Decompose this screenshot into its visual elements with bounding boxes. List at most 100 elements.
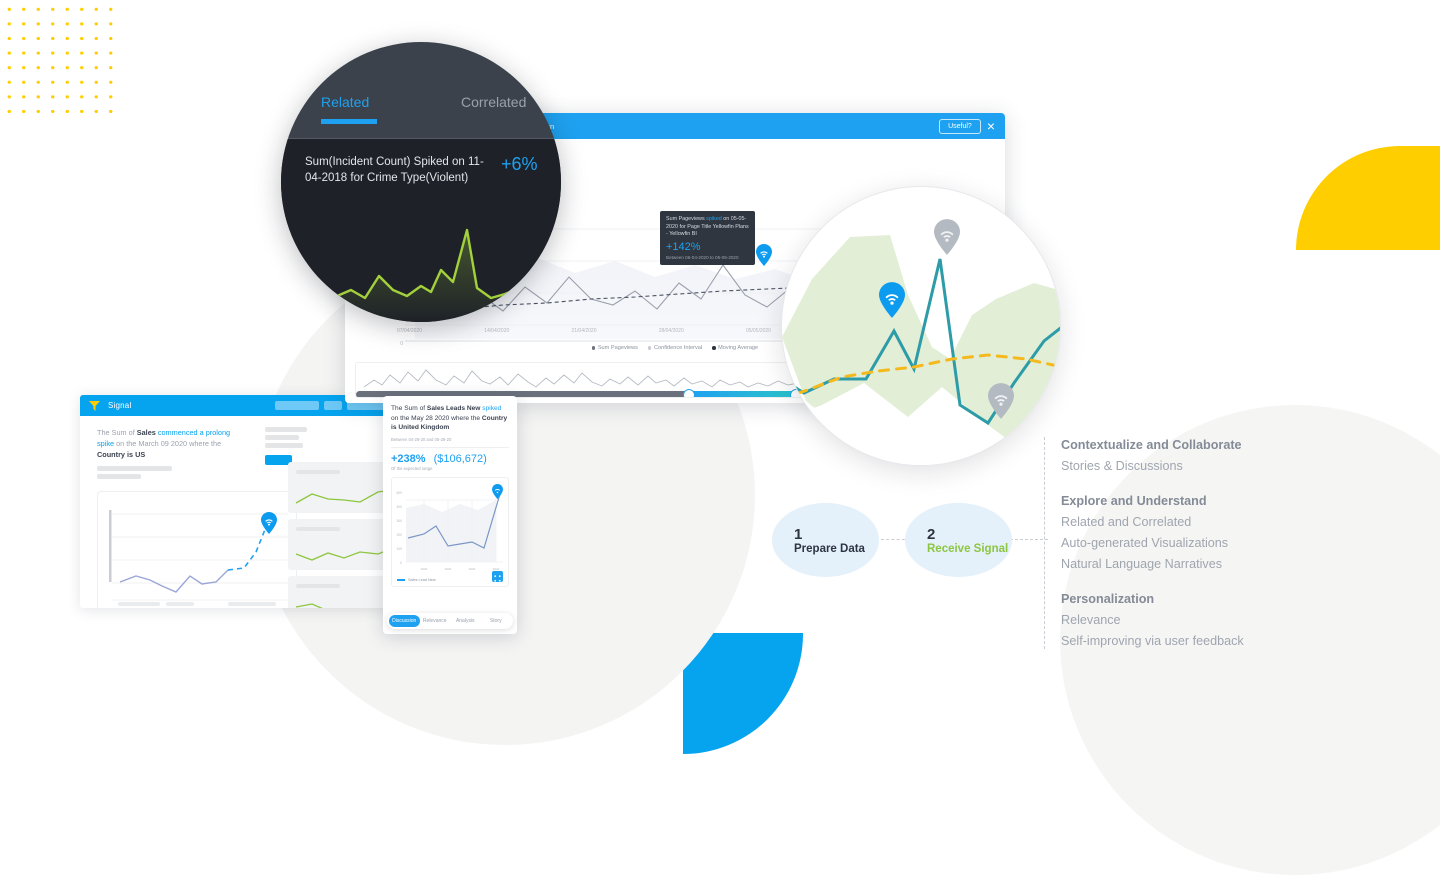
magnifier-related-panel: Related Correlated Sum(Incident Count) S… [281,42,561,322]
signal-skeleton-line-2 [97,474,141,479]
mobile-card-subtext: Of the expected range [391,465,433,471]
x-tick: 28/04/2020 [658,328,684,334]
copy-heading: Explore and Understand [1061,494,1207,508]
copy-line: Relevance [1061,613,1121,627]
x-tick: 05/05/2020 [745,328,771,334]
mobile-card-metrics: +238% ($106,672) [391,453,509,465]
copy-line: Self-improving via user feedback [1061,634,1244,648]
svg-text:300: 300 [396,519,402,523]
range-handle-left[interactable] [683,388,695,397]
dot-grid-decoration [0,0,122,120]
x-tick: 14/04/2020 [484,328,510,334]
map-pin-icon-inactive-1[interactable] [934,219,960,255]
magnified-sparkline [281,228,561,322]
legend-label: Sales Lead New [408,577,436,582]
mobile-card-percent: +238% [391,452,426,465]
signal-chart-footer-skeleton [118,602,276,606]
tooltip-percent: +142% [666,240,701,253]
magnified-tab-indicator [321,119,377,124]
step-prepare-data[interactable]: 1 Prepare Data [772,503,879,577]
signal-skeleton-line-1 [97,466,172,471]
map-pin-icon-inactive-2[interactable] [988,383,1014,419]
svg-text:500: 500 [396,491,402,495]
magnified-tabs[interactable]: Related Correlated [281,94,561,138]
signal-side-skeleton [265,427,307,448]
signal-related-card-list [288,462,393,608]
step-receive-signal[interactable]: 2 Receive Signal [905,503,1012,577]
main-chart-x-axis: 07/04/2020 14/04/2020 21/04/2020 28/04/2… [345,328,805,338]
svg-text:2020: 2020 [445,567,452,571]
magnified-tab-related[interactable]: Related [321,94,369,110]
map-pin-icon-signal[interactable] [261,512,277,534]
copy-gap [1061,477,1374,490]
mobile-card-tabs[interactable]: Discussion Relevance Analysis Story [387,613,513,629]
mobile-card-between: Between 04-28-20 and 05-28-20 [391,436,452,442]
x-tick: 21/04/2020 [571,328,597,334]
signal-chart-card [97,491,297,608]
legend-item-moving-average: Moving Average [712,345,758,351]
svg-text:400: 400 [396,505,402,509]
copy-line: Related and Correlated [1061,515,1192,529]
expand-icon[interactable] [492,570,503,582]
signal-placeholder-button-1[interactable] [275,401,319,410]
feature-copy-list: Contextualize and Collaborate Stories & … [1044,434,1374,652]
close-icon[interactable]: × [987,119,995,133]
step-label: Receive Signal [927,542,1009,555]
magnified-tab-correlated[interactable]: Correlated [461,94,526,110]
step-number: 2 [927,525,936,543]
magnified-signal-message: Sum(Incident Count) Spiked on 11-04-2018… [305,156,484,184]
map-pin-icon-main[interactable] [756,244,772,266]
blue-quarter-circle-decoration [683,633,803,754]
signal-related-card[interactable] [288,576,393,608]
yellow-quarter-circle-decoration [1296,146,1440,250]
page-root: Signal The Sum of Sales commenced a prol… [0,0,1440,875]
signal-chart [109,510,288,606]
yellowfin-logo-icon [88,399,101,412]
copy-gap [1061,575,1374,588]
mobile-signal-card: The Sum of Sales Leads New spiked on the… [383,396,517,634]
legend-swatch [397,578,405,581]
tab-relevance[interactable]: Relevance [420,618,451,624]
dashed-divider [1044,437,1045,649]
copy-line: Stories & Discussions [1061,459,1183,473]
step-number: 1 [794,525,803,543]
signal-related-card[interactable] [288,462,393,513]
svg-text:200: 200 [396,533,402,537]
range-selection[interactable] [689,391,796,397]
chart-tooltip: Sum Pageviews spiked on 05-05-2020 for P… [660,211,755,265]
magnified-signal-panel: Sum(Incident Count) Spiked on 11-04-2018… [281,139,561,322]
feature-copy-panel: Contextualize and Collaborate Stories & … [1044,434,1374,652]
tooltip-text: Sum Pageviews spiked on 05-05-2020 for P… [666,216,749,238]
mobile-card-amount: ($106,672) [433,452,487,465]
svg-text:2020: 2020 [469,567,476,571]
copy-heading: Contextualize and Collaborate [1061,438,1242,452]
svg-text:100: 100 [396,547,402,551]
signal-app-title: Signal [108,401,132,410]
x-tick: 07/04/2020 [397,328,423,334]
magnified-signal-svg [782,235,1060,465]
map-pin-icon-mobile[interactable] [492,483,503,499]
copy-line: Natural Language Narratives [1061,557,1223,571]
mobile-chart-legend: Sales Lead New [397,578,436,582]
copy-line: Auto-generated Visualizations [1061,536,1229,550]
tooltip-between: Between 06-04-2020 to 05-05-2020 [666,254,739,260]
divider [391,446,509,448]
legend-item-confidence-interval: Confidence Interval [647,345,702,351]
signal-placeholder-button-2[interactable] [324,401,342,410]
signal-body: The Sum of Sales commenced a prolong spi… [80,416,393,608]
signal-narrative: The Sum of Sales commenced a prolong spi… [97,428,231,459]
map-pin-icon-active[interactable] [879,282,905,318]
signal-related-card[interactable] [288,519,393,570]
svg-text:0: 0 [400,561,402,565]
mobile-card-narrative: The Sum of Sales Leads New spiked on the… [391,405,508,432]
svg-text:2020: 2020 [421,567,428,571]
tab-discussion[interactable]: Discussion [389,615,420,627]
tab-story[interactable]: Story [481,618,512,624]
magnifier-signal-chart [781,186,1061,466]
magnified-signal-percent: +6% [501,154,538,174]
useful-button[interactable]: Useful? [939,118,981,134]
step-label: Prepare Data [794,542,865,555]
legend-item-sum-pageviews: Sum Pageviews [591,345,638,351]
tab-analysis[interactable]: Analysis [450,618,481,624]
copy-heading: Personalization [1061,592,1155,606]
